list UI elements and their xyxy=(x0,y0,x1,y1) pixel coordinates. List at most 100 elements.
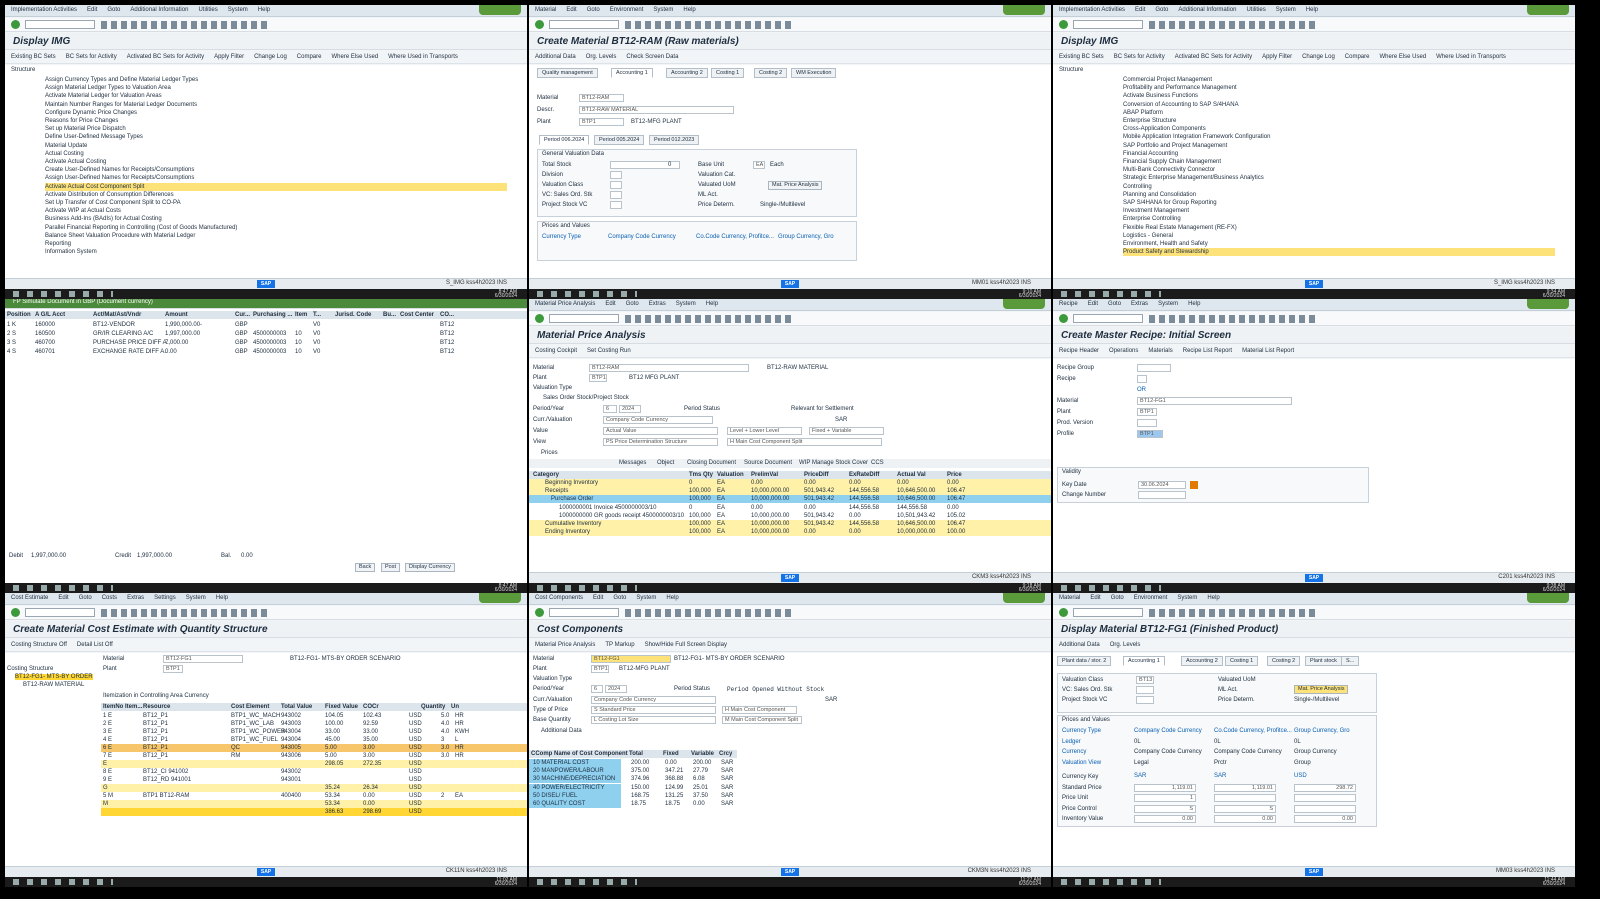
tree-node[interactable]: ▸Profitability and Performance Managemen… xyxy=(1123,84,1555,92)
table-row[interactable]: 7 E BT12_P1 RM 943006 5.00 3.00 USD 3.0 HR xyxy=(101,752,527,760)
tree-node[interactable]: ▸ABAP Platform xyxy=(1123,109,1555,117)
app-toolbar-button[interactable]: Detail List Off xyxy=(77,642,113,648)
table-row[interactable]: G 35.24 26.34 USD xyxy=(101,784,527,792)
price-cell[interactable]: 298.72 xyxy=(1294,783,1356,792)
app-toolbar-button[interactable]: Additional Data xyxy=(1059,642,1100,648)
window-controls[interactable] xyxy=(1003,5,1045,15)
menu-item[interactable]: Goto xyxy=(79,595,92,601)
taskbar-icons[interactable] xyxy=(1061,291,1161,297)
menu-item[interactable]: System xyxy=(1158,301,1178,307)
tree-node[interactable]: ▸Controlling xyxy=(1123,183,1555,191)
prices-toolbar-button[interactable]: Messages xyxy=(619,460,646,466)
app-toolbar-button[interactable]: Recipe List Report xyxy=(1183,348,1232,354)
enter-check-icon[interactable] xyxy=(535,314,544,323)
taskbar-icons[interactable] xyxy=(537,879,637,885)
menu-item[interactable]: Goto xyxy=(1155,7,1168,13)
menu-item[interactable]: Help xyxy=(666,595,678,601)
app-toolbar-button[interactable]: Material Price Analysis xyxy=(535,642,595,648)
app-toolbar-button[interactable]: Materials xyxy=(1148,348,1172,354)
tab-5[interactable]: Plant stock xyxy=(1305,656,1342,666)
enter-check-icon[interactable] xyxy=(535,608,544,617)
menu-item[interactable]: Edit xyxy=(58,595,68,601)
app-toolbar-button[interactable]: Apply Filter xyxy=(214,54,244,60)
currency-field[interactable]: Company Code Currency xyxy=(591,696,716,704)
app-toolbar-button[interactable]: Show/Hide Full Screen Display xyxy=(645,642,727,648)
table-row[interactable]: E 298.05 272.35 USD xyxy=(101,760,527,768)
app-toolbar-button[interactable]: Org. Levels xyxy=(1110,642,1141,648)
field-input[interactable] xyxy=(610,191,622,199)
app-toolbar-button[interactable]: Activated BC Sets for Activity xyxy=(1175,54,1252,60)
tree-node[interactable]: ▸Strategic Enterprise Management/Busines… xyxy=(1123,174,1555,182)
app-toolbar-button[interactable]: Where Used in Transports xyxy=(1436,54,1506,60)
tree-node[interactable]: ▸Configure Dynamic Price Changes xyxy=(45,109,507,117)
currency-field[interactable]: Company Code Currency xyxy=(603,416,713,424)
menu-item[interactable]: System xyxy=(1276,7,1296,13)
table-row[interactable]: 10 MATERIAL COST 200.00 0.00 200.00 SAR xyxy=(529,759,737,767)
window-controls[interactable] xyxy=(1527,593,1569,603)
field-material[interactable]: BT12-RAM xyxy=(579,94,624,102)
menu-item[interactable]: Material xyxy=(535,7,556,13)
tree-node[interactable]: ▸Define User-Defined Message Types xyxy=(45,133,507,141)
tree-node[interactable]: ▸Activate Material Ledger for Valuation … xyxy=(45,92,507,100)
menu-item[interactable]: Utilities xyxy=(1246,7,1265,13)
menu-item[interactable]: Extras xyxy=(1131,301,1148,307)
tree-node[interactable]: ▸Flexible Real Estate Management (RE-FX) xyxy=(1123,224,1555,232)
enter-check-icon[interactable] xyxy=(11,608,20,617)
toolbar-icons[interactable] xyxy=(625,315,795,323)
toolbar-icons[interactable] xyxy=(1149,21,1319,29)
menu-item[interactable]: Help xyxy=(683,7,695,13)
table-row[interactable]: 386.63 298.69 USD xyxy=(101,808,527,816)
menu-item[interactable]: System xyxy=(228,7,248,13)
command-field[interactable] xyxy=(1073,608,1143,617)
table-row[interactable]: Purchase Order 100,000 EA 10,000,000.00 501,… xyxy=(529,495,1051,504)
field-descr[interactable]: BT12-RAW MATERIAL xyxy=(579,106,734,114)
app-toolbar-button[interactable]: Costing Cockpit xyxy=(535,348,577,354)
taskbar-icons[interactable] xyxy=(1061,879,1161,885)
table-row[interactable]: 50 DISEL/ FUEL 168.75 131.25 37.50 SAR xyxy=(529,791,737,800)
tree-node[interactable]: ▸Reporting xyxy=(45,240,507,248)
tree-node[interactable]: ▸Information System xyxy=(45,248,507,256)
tree-node[interactable]: ▸Balance Sheet Valuation Procedure with … xyxy=(45,232,507,240)
table-row[interactable]: 5 M BTP1 BT12-RAM 400400 53.34 0.00 USD 2 EA xyxy=(101,792,527,800)
table-row[interactable]: Receipts 100,000 EA 10,000,000.00 501,943.42… xyxy=(529,487,1051,496)
price-cell[interactable]: 0.00 xyxy=(1294,815,1356,823)
menu-item[interactable]: Extras xyxy=(649,301,666,307)
table-row[interactable]: 60 QUALITY COST 18.75 18.75 0.00 SAR xyxy=(529,800,737,808)
price-cell[interactable]: S xyxy=(1214,804,1276,813)
prices-toolbar-button[interactable]: CCS xyxy=(871,460,884,466)
app-toolbar-button[interactable]: Where Else Used xyxy=(1379,54,1426,60)
key-date-field[interactable]: 30.06.2024 xyxy=(1138,481,1186,489)
prod-version-field[interactable] xyxy=(1137,419,1157,427)
tree-node[interactable]: ▸Commercial Project Management xyxy=(1123,76,1555,84)
toolbar-icons[interactable] xyxy=(1149,315,1319,323)
table-row[interactable]: 2 E BT12_P1 BTP1_WC_LAB 943003 100.00 92.59 US… xyxy=(101,720,527,728)
value-select[interactable]: Actual Value xyxy=(603,427,718,435)
menu-item[interactable]: Cost Estimate xyxy=(11,595,48,601)
tree-node[interactable]: ▸Create User-Defined Names for Receipts/… xyxy=(45,166,507,174)
app-toolbar-button[interactable]: Material List Report xyxy=(1242,348,1294,354)
window-controls[interactable] xyxy=(1527,5,1569,15)
tree-node[interactable]: ▸Planning and Consolidation xyxy=(1123,191,1555,199)
tree-node[interactable]: ▸Environment, Health and Safety xyxy=(1123,240,1555,248)
tree-node[interactable]: ▸Financial Supply Chain Management xyxy=(1123,158,1555,166)
table-row[interactable]: Beginning Inventory 0 EA 0.00 0.00 0.00 0.00 0.… xyxy=(529,479,1051,487)
calendar-icon[interactable] xyxy=(1190,481,1198,489)
tree-node[interactable]: ▸Conversion of Accounting to SAP S/4HANA xyxy=(1123,101,1555,109)
dialog-button[interactable]: Back xyxy=(355,563,376,572)
app-toolbar-button[interactable]: Activated BC Sets for Activity xyxy=(127,54,204,60)
field-input[interactable] xyxy=(1136,686,1154,694)
price-cell[interactable]: 1,119.01 xyxy=(1214,783,1276,792)
app-toolbar-button[interactable]: Apply Filter xyxy=(1262,54,1292,60)
menu-item[interactable]: System xyxy=(653,7,673,13)
plant-field[interactable]: BTP1 xyxy=(1137,408,1157,416)
prices-toolbar-button[interactable]: Manage Stock Cover xyxy=(812,460,868,466)
period-field[interactable]: 6 xyxy=(591,685,603,693)
command-field[interactable] xyxy=(25,20,95,29)
app-toolbar-button[interactable]: BC Sets for Activity xyxy=(66,54,117,60)
command-field[interactable] xyxy=(549,314,619,323)
table-row[interactable]: 4 S 460701 EXCHANGE RATE DIFF A.. 0.00 GBP 45… xyxy=(5,348,527,356)
price-cell[interactable] xyxy=(1214,794,1276,802)
plant-field[interactable]: BTP1 xyxy=(163,665,183,673)
app-toolbar-button[interactable]: Change Log xyxy=(1302,54,1335,60)
taskbar-icons[interactable] xyxy=(13,585,113,591)
